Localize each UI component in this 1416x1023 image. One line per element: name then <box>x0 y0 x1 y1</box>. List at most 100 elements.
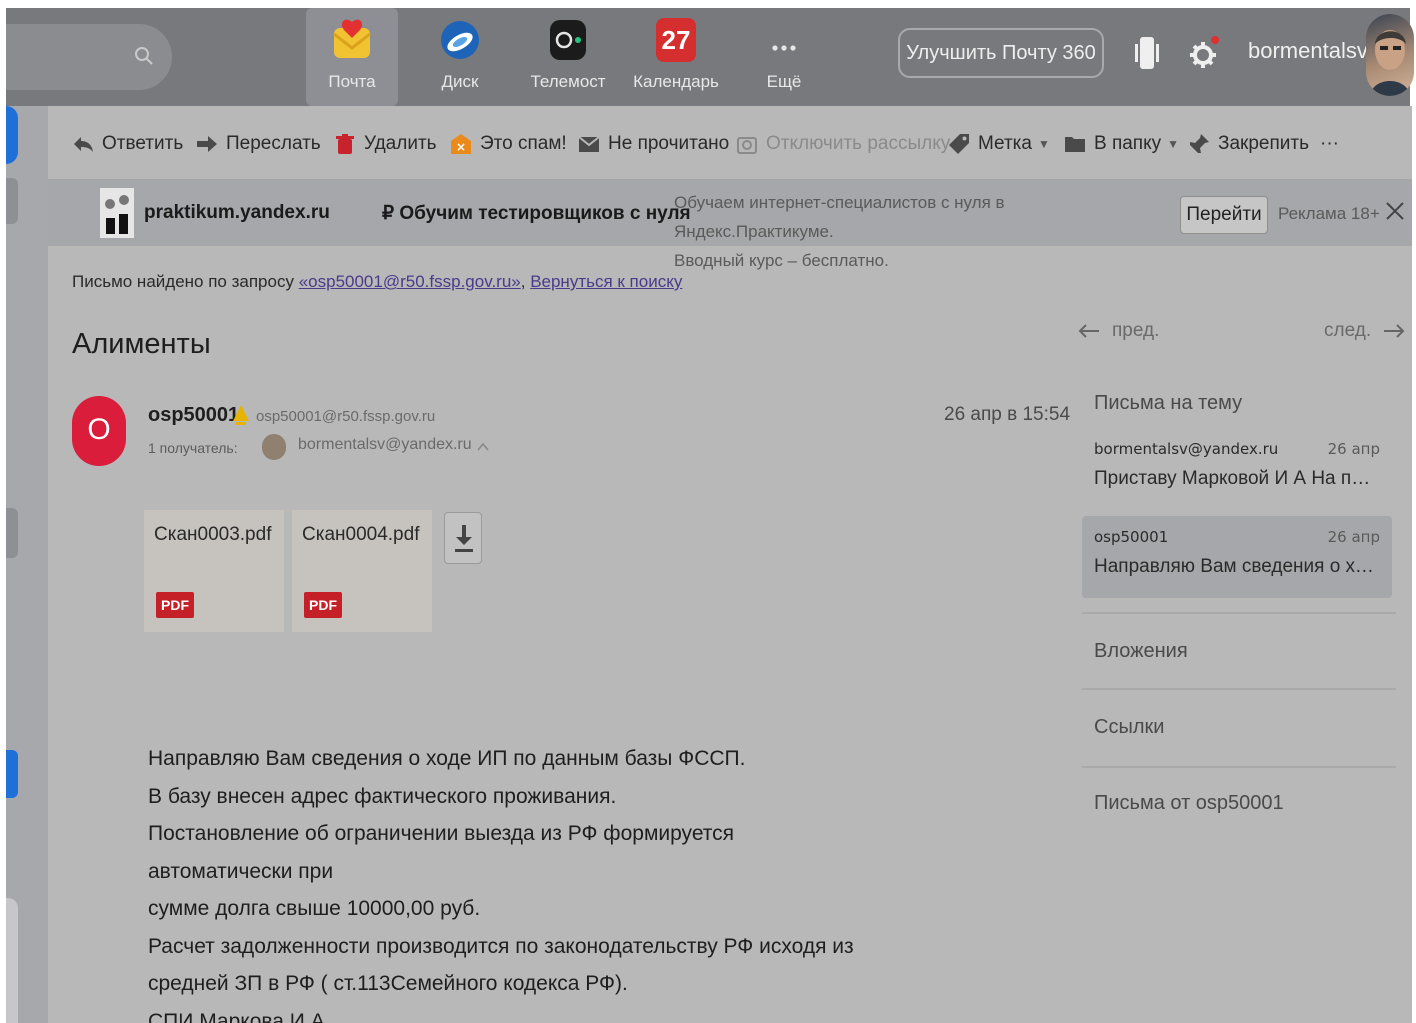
previous-message-button[interactable]: пред. <box>1078 320 1159 342</box>
attachment-item[interactable]: Скан0004.pdf PDF <box>292 510 432 632</box>
service-label: Календарь <box>633 72 719 91</box>
ad-site[interactable]: praktikum.yandex.ru <box>144 202 330 224</box>
attachment-item[interactable]: Скан0003.pdf PDF <box>144 510 284 632</box>
envelope-icon <box>578 136 600 152</box>
pin-button[interactable]: Закрепить <box>1188 130 1309 158</box>
left-strip-compose-edge[interactable] <box>6 106 18 164</box>
label-label: Метка <box>978 133 1032 154</box>
search-result-prefix: Письмо найдено по запросу <box>72 272 294 291</box>
thread-from: bormentalsv@yandex.ru <box>1094 440 1279 458</box>
message-body-line: сумме долга свыше 10000,00 руб. <box>148 897 481 920</box>
folder-label: В папку <box>1094 133 1162 154</box>
ad-banner[interactable]: praktikum.yandex.ru ₽ Обучим тестировщик… <box>48 180 1412 270</box>
trash-icon <box>336 134 354 154</box>
divider <box>1082 688 1396 690</box>
message-date: 26 апр в 15:54 <box>944 404 1071 425</box>
next-label: след. <box>1324 320 1372 341</box>
left-sidebar-collapsed <box>6 106 48 1023</box>
message-body-line: В базу внесен адрес фактического прожива… <box>148 784 617 808</box>
spam-label: Это спам! <box>480 133 567 154</box>
sender-avatar[interactable]: O <box>72 396 126 466</box>
attachments-link[interactable]: Вложения <box>1094 640 1188 663</box>
links-link[interactable]: Ссылки <box>1094 716 1164 739</box>
back-to-search-link[interactable]: Вернуться к поиску <box>530 272 682 291</box>
message-toolbar: Ответить Переслать Удалить × Это спам! Н… <box>48 106 1412 180</box>
spam-button[interactable]: × Это спам! <box>450 130 567 158</box>
ad-description-line: Обучаем интернет-специалистов с нуля в Я… <box>674 193 1005 241</box>
mail-logo-icon <box>333 19 371 58</box>
ad-description-line: Вводный курс – бесплатно. <box>674 251 889 270</box>
service-more[interactable]: Ещё <box>738 8 830 106</box>
letters-from-sender-link[interactable]: Письма от osp50001 <box>1094 792 1284 815</box>
service-label: Телемост <box>530 72 606 91</box>
phone-icon[interactable] <box>1134 36 1160 70</box>
next-message-button[interactable]: след. <box>1324 320 1405 342</box>
sender-email[interactable]: osp50001@r50.fssp.gov.ru <box>256 408 435 425</box>
forward-button[interactable]: Переслать <box>196 130 321 158</box>
pin-label: Закрепить <box>1218 133 1309 154</box>
chevron-up-icon[interactable] <box>476 440 490 454</box>
search-icon[interactable] <box>134 46 154 66</box>
message-body-line: СПИ Маркова И.А. <box>148 1009 331 1023</box>
thread-item-selected[interactable]: osp50001 26 апр Направляю Вам сведения о… <box>1082 516 1392 598</box>
message-body: Направляю Вам сведения о ходе ИП по данн… <box>148 740 868 1023</box>
thread-snippet: Направляю Вам сведения о ходе И... <box>1094 556 1380 577</box>
delete-button[interactable]: Удалить <box>334 130 437 158</box>
service-telemost[interactable]: Телемост <box>522 8 614 106</box>
service-label: Почта <box>328 72 376 91</box>
attachment-filename: Скан0003.pdf <box>154 524 272 545</box>
reply-label: Ответить <box>102 133 184 154</box>
gear-icon[interactable] <box>1186 36 1220 70</box>
avatar-photo-icon <box>1370 30 1410 96</box>
upgrade-mail360-button[interactable]: Улучшить Почту 360 <box>898 28 1104 78</box>
calendar-day-number: 27 <box>661 25 691 55</box>
close-icon[interactable] <box>1384 200 1406 222</box>
pdf-file-icon: PDF <box>304 592 342 618</box>
arrow-left-icon <box>1078 324 1099 338</box>
ad-title[interactable]: ₽ Обучим тестировщиков с нуля <box>382 202 691 225</box>
recipient-avatar <box>262 434 286 460</box>
mark-unread-button[interactable]: Не прочитано <box>578 130 729 158</box>
previous-label: пред. <box>1112 320 1160 341</box>
username[interactable]: bormentalsv <box>1248 38 1368 64</box>
more-actions-button[interactable]: ··· <box>1320 130 1339 158</box>
message-body-line: Постановление об ограничении выезда из Р… <box>148 822 735 883</box>
divider <box>1082 612 1396 614</box>
service-mail[interactable]: Почта <box>306 8 398 106</box>
spam-icon: × <box>451 134 471 154</box>
top-header: Почта Диск Телемост 27 Календарь Ещё Улу… <box>6 8 1414 106</box>
calendar-logo-icon: 27 <box>656 18 696 62</box>
service-disk[interactable]: Диск <box>414 8 506 106</box>
svg-text:×: × <box>456 140 466 154</box>
message-body-line: Направляю Вам сведения о ходе ИП по данн… <box>148 747 746 770</box>
service-calendar[interactable]: 27 Календарь <box>630 8 722 106</box>
ad-go-button[interactable]: Перейти <box>1180 196 1268 234</box>
recipient-email[interactable]: bormentalsv@yandex.ru <box>298 436 472 454</box>
attachment-filename: Скан0004.pdf <box>302 524 420 545</box>
thread-date: 26 апр <box>1327 440 1380 458</box>
download-icon <box>455 525 473 552</box>
search-box[interactable] <box>6 24 172 90</box>
reply-icon <box>74 137 93 152</box>
label-dropdown[interactable]: Метка ▼ <box>948 130 1050 158</box>
move-to-folder-dropdown[interactable]: В папку ▼ <box>1064 130 1179 158</box>
left-strip-item[interactable] <box>6 508 18 558</box>
thread-from: osp50001 <box>1094 528 1169 546</box>
left-strip-active-marker[interactable] <box>6 750 18 798</box>
download-all-button[interactable] <box>444 512 482 564</box>
thread-item[interactable]: bormentalsv@yandex.ru 26 апр Приставу Ма… <box>1082 428 1392 510</box>
left-strip-item[interactable] <box>6 898 18 1023</box>
unsubscribe-button[interactable]: Отключить рассылку <box>736 130 950 158</box>
sender-name[interactable]: osp50001 <box>148 404 239 427</box>
arrow-right-icon <box>1384 324 1405 338</box>
user-avatar[interactable] <box>1366 14 1414 96</box>
delete-label: Удалить <box>364 133 437 154</box>
telemost-logo-icon <box>550 20 586 60</box>
unsubscribe-icon <box>737 137 757 154</box>
ad-logo-icon <box>105 195 129 234</box>
thread-date: 26 апр <box>1327 528 1380 546</box>
chevron-down-icon: ▼ <box>1167 137 1180 151</box>
left-strip-item[interactable] <box>6 178 18 224</box>
search-query-link[interactable]: «osp50001@r50.fssp.gov.ru» <box>299 272 521 291</box>
reply-button[interactable]: Ответить <box>72 130 183 158</box>
